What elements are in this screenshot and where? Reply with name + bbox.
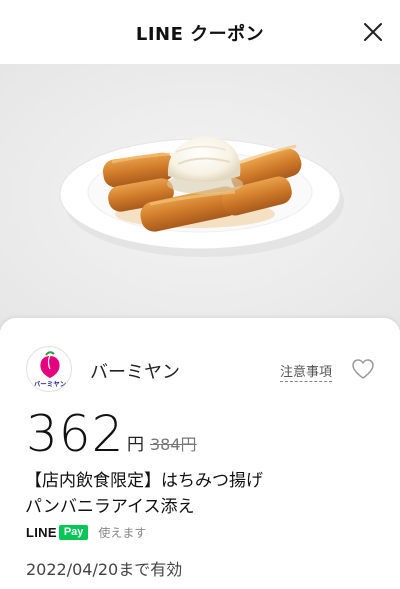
original-price: 384円 — [150, 435, 197, 454]
page-title: LINE クーポン — [135, 24, 265, 45]
item-title-line1: 【店内飲食限定】はちみつ揚げ — [25, 471, 263, 491]
store-logo: バーミヤン — [26, 346, 72, 392]
header-bar: LINE クーポン — [0, 0, 400, 64]
favorite-button[interactable] — [351, 358, 375, 380]
store-name: バーミヤン — [90, 362, 180, 383]
close-button[interactable] — [360, 19, 386, 45]
notes-link[interactable]: 注意事項 — [280, 361, 333, 382]
coupon-card: バーミヤン バーミヤン 注意事項 362 円 384円 【店内飲食限定】はちみつ… — [0, 318, 400, 589]
coupon-product-image — [0, 64, 400, 330]
heart-icon — [352, 359, 374, 379]
price-unit: 円 — [127, 435, 144, 455]
store-logo-text: バーミヤン — [34, 380, 67, 388]
item-title-line2: パンバニラアイス添え — [25, 497, 195, 517]
close-icon — [364, 23, 382, 41]
linepay-logo-line: LINE — [26, 524, 57, 540]
linepay-usable-text: 使えます — [98, 525, 147, 540]
linepay-badge: LINE Pay 使えます — [26, 524, 146, 540]
item-title: 【店内飲食限定】はちみつ揚げ パンバニラアイス添え — [25, 468, 385, 520]
validity-date: 2022/04/20まで有効 — [26, 560, 183, 579]
linepay-logo-pay: Pay — [58, 524, 89, 540]
discount-price: 362 — [26, 405, 125, 463]
